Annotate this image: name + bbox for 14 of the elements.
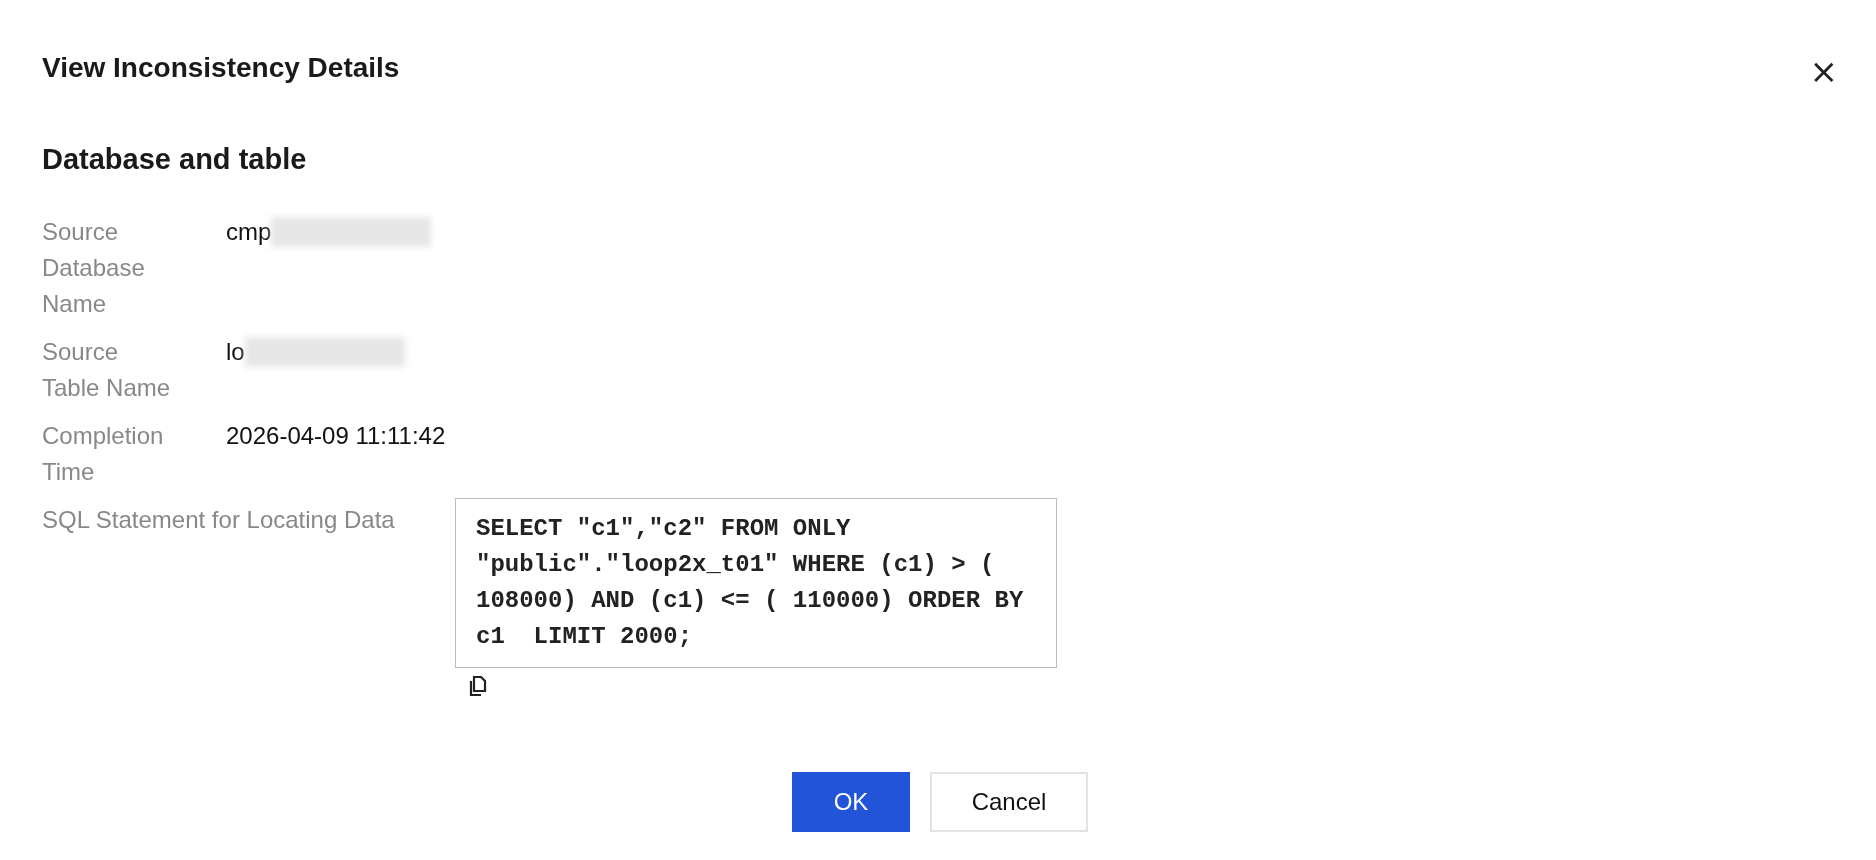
field-label: SQL Statement for Locating Data	[42, 505, 396, 535]
dialog-title: View Inconsistency Details	[42, 51, 400, 85]
sql-code-box: SELECT "c1","c2" FROM ONLY "public"."loop2x_t01" WHERE (c1) > ( 108000) AND (c1) <= ( 110000) ORDER BY c1 LIMIT 2000;	[455, 498, 1057, 668]
field-value: 2026-04-09 11:11:42	[226, 421, 446, 451]
close-button[interactable]: ×	[1805, 54, 1842, 88]
section-heading: Database and table	[42, 142, 308, 177]
field-label: Source Table Name	[42, 337, 172, 403]
field-value: cmp	[226, 217, 272, 247]
ok-button[interactable]: OK	[792, 772, 910, 832]
field-value: lo	[226, 337, 245, 367]
field-label: Source Database Name	[42, 217, 146, 319]
cancel-button[interactable]: Cancel	[930, 772, 1088, 832]
copy-icon[interactable]	[469, 676, 487, 696]
field-label: Completion Time	[42, 421, 165, 487]
